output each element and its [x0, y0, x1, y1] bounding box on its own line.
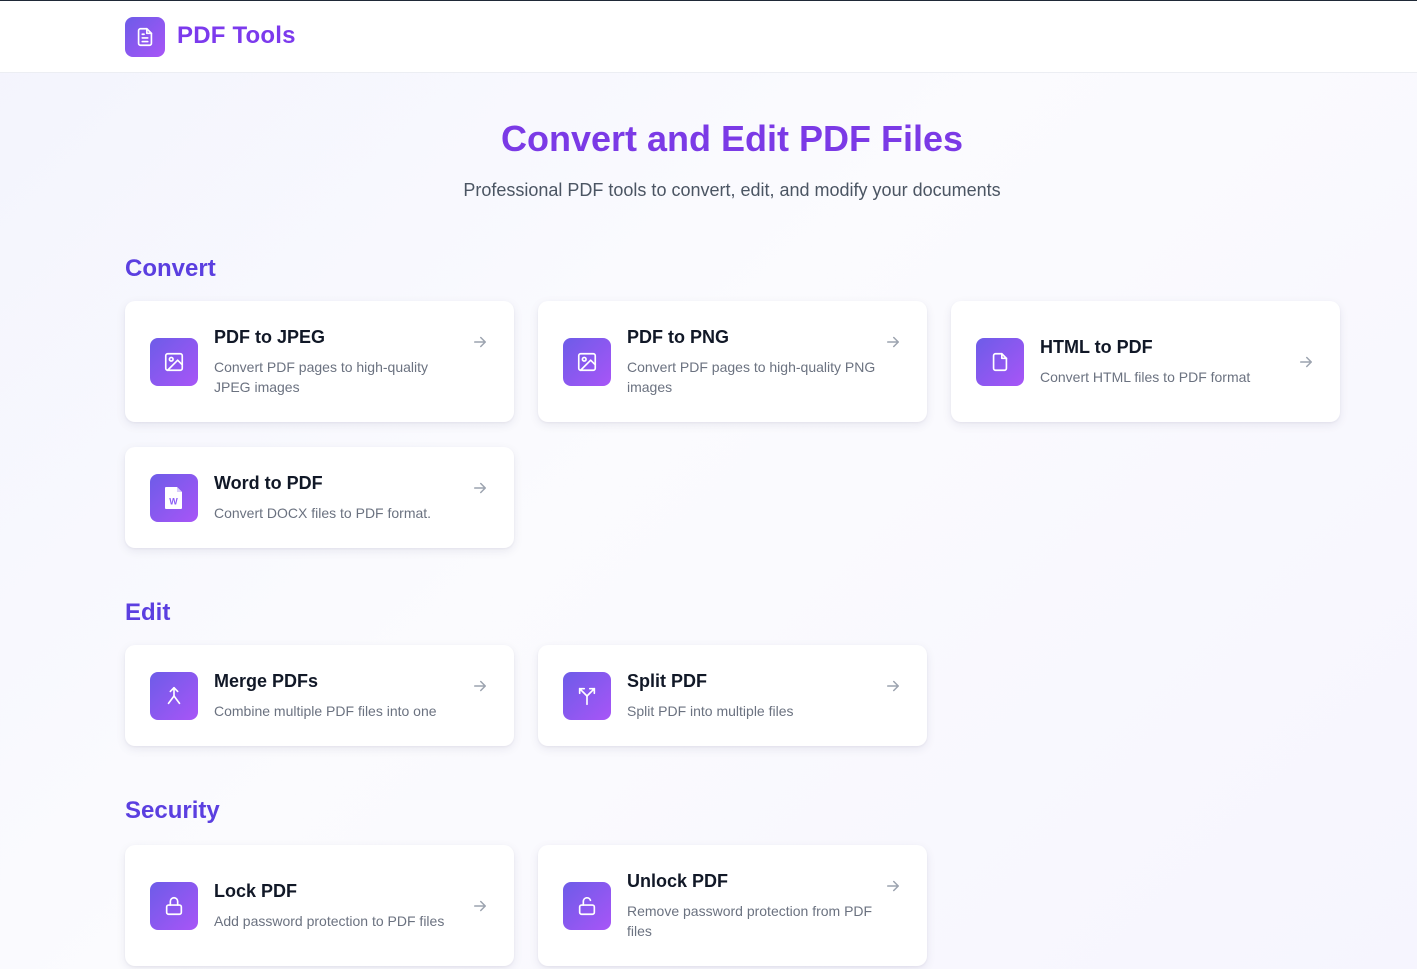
- tool-card-merge-pdfs[interactable]: Merge PDFs Combine multiple PDF files in…: [125, 645, 514, 746]
- arrow-right-icon: [470, 479, 490, 497]
- tool-title: Unlock PDF: [627, 870, 729, 891]
- tool-description: Convert HTML files to PDF format: [1040, 368, 1251, 385]
- arrow-right-icon: [883, 333, 903, 351]
- navbar: PDF Tools: [0, 1, 1417, 73]
- tool-description: Convert DOCX files to PDF format.: [214, 504, 432, 521]
- arrow-right-icon: [1296, 353, 1316, 371]
- section-title-security: Security: [125, 797, 220, 824]
- image-icon: [563, 337, 611, 386]
- tool-title: Merge PDFs: [214, 670, 319, 691]
- tool-card-html-to-pdf[interactable]: HTML to PDF Convert HTML files to PDF fo…: [951, 301, 1340, 422]
- tool-card-pdf-to-jpeg[interactable]: PDF to JPEG Convert PDF pages to high-qu…: [125, 301, 514, 422]
- arrow-right-icon: [883, 877, 903, 895]
- image-icon: [150, 337, 198, 386]
- arrow-right-icon: [470, 897, 490, 915]
- page-subtitle: Professional PDF tools to convert, edit,…: [463, 180, 1001, 200]
- app-name[interactable]: PDF Tools: [177, 22, 296, 50]
- page-title: Convert and Edit PDF Files: [500, 118, 964, 159]
- document-icon[interactable]: [125, 17, 165, 57]
- tool-description: Remove password protection from PDF file…: [627, 902, 873, 939]
- tool-card-split-pdf[interactable]: Split PDF Split PDF into multiple files: [538, 645, 927, 746]
- tool-description: Convert PDF pages to high-quality PNG im…: [627, 358, 876, 395]
- tool-title: PDF to PNG: [627, 326, 729, 347]
- arrow-right-icon: [470, 677, 490, 695]
- tool-card-unlock-pdf[interactable]: Unlock PDF Remove password protection fr…: [538, 845, 927, 966]
- tool-description: Combine multiple PDF files into one: [214, 702, 437, 719]
- section-title-convert: Convert: [125, 255, 216, 282]
- tool-description: Convert PDF pages to high-quality JPEG i…: [214, 358, 428, 395]
- tool-title: PDF to JPEG: [214, 326, 326, 347]
- file-icon: [976, 337, 1024, 386]
- split-icon: [563, 671, 611, 720]
- merge-icon: [150, 671, 198, 720]
- tool-title: Word to PDF: [214, 472, 323, 493]
- svg-text:W: W: [169, 496, 178, 506]
- tool-card-pdf-to-png[interactable]: PDF to PNG Convert PDF pages to high-qua…: [538, 301, 927, 422]
- tool-title: Split PDF: [627, 670, 707, 691]
- unlock-icon: [563, 881, 611, 930]
- tool-description: Add password protection to PDF files: [214, 912, 445, 929]
- arrow-right-icon: [883, 677, 903, 695]
- tool-card-word-to-pdf[interactable]: W Word to PDF Convert DOCX files to PDF …: [125, 447, 514, 548]
- tool-card-lock-pdf[interactable]: Lock PDF Add password protection to PDF …: [125, 845, 514, 966]
- section-title-edit: Edit: [125, 599, 171, 626]
- arrow-right-icon: [470, 333, 490, 351]
- tool-description: Split PDF into multiple files: [627, 702, 794, 719]
- word-file-icon: W: [150, 473, 198, 522]
- tool-title: Lock PDF: [214, 880, 298, 901]
- tool-title: HTML to PDF: [1040, 336, 1153, 357]
- lock-icon: [150, 881, 198, 930]
